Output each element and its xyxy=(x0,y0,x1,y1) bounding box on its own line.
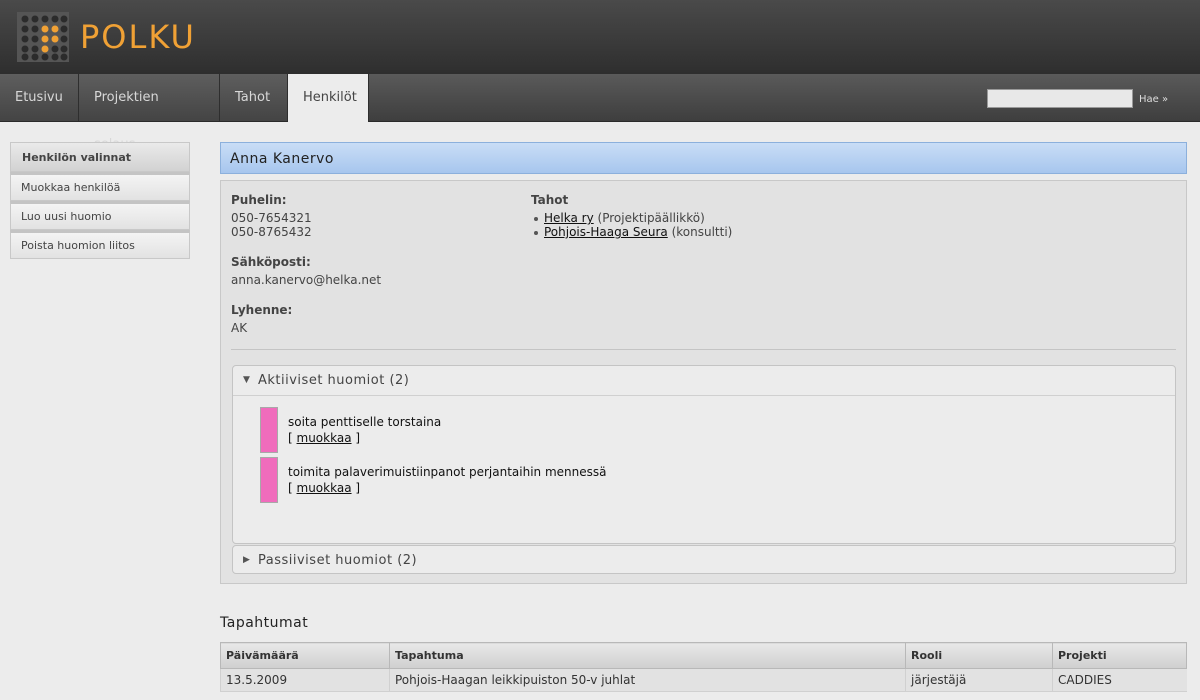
cell-event: Pohjois-Haagan leikkipuiston 50-v juhlat xyxy=(389,668,906,692)
cell-role: järjestäjä xyxy=(905,668,1053,692)
active-notes-header[interactable]: ▼ Aktiiviset huomiot (2) xyxy=(233,366,1175,395)
table-header-row: Päivämäärä Tapahtuma Rooli Projekti xyxy=(220,642,1187,669)
divider xyxy=(231,349,1176,350)
table-row[interactable]: 13.5.2009 Pohjois-Haagan leikkipuiston 5… xyxy=(220,668,1187,692)
note-edit-row: [ muokkaa ] xyxy=(288,481,360,495)
orgs-label: Tahot xyxy=(531,193,569,207)
column-header-event[interactable]: Tapahtuma xyxy=(389,642,906,669)
bracket-close: ] xyxy=(355,481,361,495)
org-list-item: Helka ry (Projektipäällikkö) xyxy=(534,211,705,225)
abbr-value: AK xyxy=(231,321,248,335)
note-edit-row: [ muokkaa ] xyxy=(288,431,360,445)
sidebar-item-new-note[interactable]: Luo uusi huomio xyxy=(10,201,190,230)
phone-value: 050-8765432 xyxy=(231,225,312,239)
cell-date: 13.5.2009 xyxy=(220,668,390,692)
search-input[interactable] xyxy=(987,89,1133,108)
phone-value: 050-7654321 xyxy=(231,211,312,225)
org-link[interactable]: Pohjois-Haaga Seura xyxy=(544,225,668,239)
bracket-open: [ xyxy=(288,481,293,495)
sidebar: Henkilön valinnat Muokkaa henkilöä Luo u… xyxy=(10,142,190,259)
events-title: Tapahtumat xyxy=(220,615,309,631)
bracket-close: ] xyxy=(355,431,361,445)
note-edit-link[interactable]: muokkaa xyxy=(297,431,352,445)
column-header-project[interactable]: Projekti xyxy=(1052,642,1187,669)
sidebar-heading: Henkilön valinnat xyxy=(10,142,190,172)
sidebar-item-edit-person[interactable]: Muokkaa henkilöä xyxy=(10,172,190,201)
org-role: (Projektipäällikkö) xyxy=(597,211,705,225)
app-header: POLKU xyxy=(0,0,1200,74)
active-notes-title: Aktiiviset huomiot (2) xyxy=(258,373,410,388)
tab-henkilot[interactable]: Henkilöt xyxy=(288,74,369,122)
column-header-role[interactable]: Rooli xyxy=(905,642,1053,669)
tab-projektien-selaus[interactable]: Projektien selaus xyxy=(79,74,220,152)
logo-icon xyxy=(17,12,69,62)
email-value: anna.kanervo@helka.net xyxy=(231,273,382,287)
abbr-label: Lyhenne: xyxy=(231,303,293,317)
email-label: Sähköposti: xyxy=(231,255,311,269)
cell-project: CADDIES xyxy=(1052,668,1187,692)
person-info: Puhelin: 050-7654321 050-8765432 Sähköpo… xyxy=(220,180,1187,584)
triangle-down-icon: ▼ xyxy=(243,375,251,385)
active-notes-section: ▼ Aktiiviset huomiot (2) soita penttisel… xyxy=(232,365,1176,544)
tab-tahot[interactable]: Tahot xyxy=(220,74,288,121)
person-panel: Anna Kanervo Puhelin: 050-7654321 050-87… xyxy=(220,142,1187,584)
note-text: soita penttiselle torstaina xyxy=(288,415,442,429)
tab-etusivu[interactable]: Etusivu xyxy=(0,74,79,121)
passive-notes-title: Passiiviset huomiot (2) xyxy=(258,553,418,568)
person-name: Anna Kanervo xyxy=(220,142,1187,174)
note-edit-link[interactable]: muokkaa xyxy=(297,481,352,495)
bracket-open: [ xyxy=(288,431,293,445)
search-button[interactable]: Hae » xyxy=(1139,94,1168,105)
sidebar-item-remove-note-link[interactable]: Poista huomion liitos xyxy=(10,230,190,259)
note-color-swatch xyxy=(260,457,278,503)
triangle-right-icon: ▶ xyxy=(243,555,251,565)
note-text: toimita palaverimuistiinpanot perjantaih… xyxy=(288,465,607,479)
org-link[interactable]: Helka ry xyxy=(544,211,594,225)
events-table: Päivämäärä Tapahtuma Rooli Projekti 13.5… xyxy=(220,642,1187,692)
org-role: (konsultti) xyxy=(671,225,733,239)
phone-label: Puhelin: xyxy=(231,193,287,207)
passive-notes-section: ▶ Passiiviset huomiot (2) xyxy=(232,545,1176,574)
org-list-item: Pohjois-Haaga Seura (konsultti) xyxy=(534,225,732,239)
note-color-swatch xyxy=(260,407,278,453)
column-header-date[interactable]: Päivämäärä xyxy=(220,642,390,669)
active-notes-body: soita penttiselle torstaina [ muokkaa ] … xyxy=(233,395,1175,544)
passive-notes-header[interactable]: ▶ Passiiviset huomiot (2) xyxy=(233,546,1175,575)
app-title: POLKU xyxy=(80,18,196,56)
